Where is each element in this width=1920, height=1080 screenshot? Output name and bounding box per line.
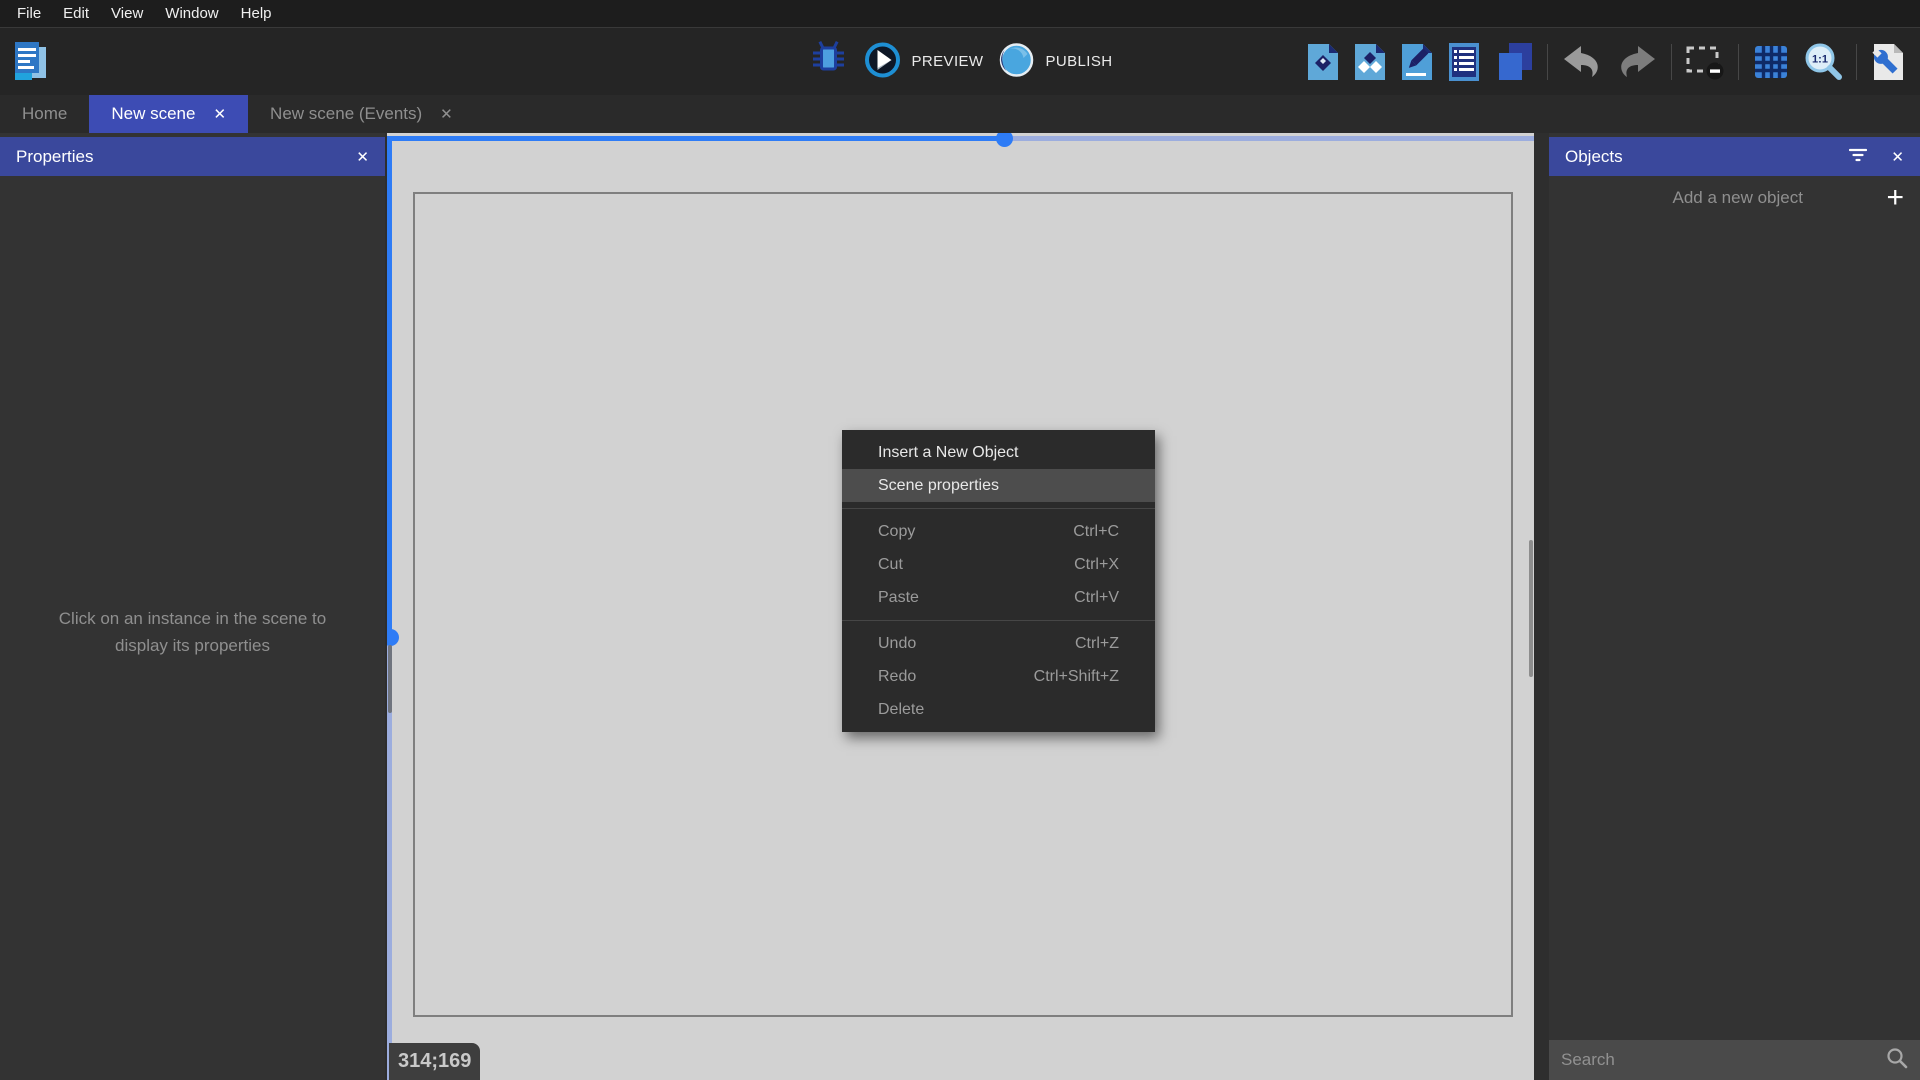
context-menu-item-redo: Redo Ctrl+Shift+Z: [842, 660, 1155, 693]
properties-panel-header: Properties ✕: [0, 137, 385, 176]
add-object-row[interactable]: Add a new object +: [1549, 176, 1920, 220]
publish-button[interactable]: PUBLISH: [997, 41, 1112, 83]
add-object-plus-icon[interactable]: +: [1886, 183, 1904, 213]
debugger-button[interactable]: [808, 38, 850, 85]
search-icon: [1886, 1047, 1908, 1074]
preview-play-icon: [864, 41, 902, 83]
tab-new-scene[interactable]: New scene ✕: [89, 95, 248, 133]
objects-panel-title: Objects: [1565, 147, 1825, 167]
project-manager-button[interactable]: [12, 40, 52, 84]
publish-globe-icon: [997, 41, 1035, 83]
add-object-label: Add a new object: [1565, 188, 1886, 208]
menu-item-label: Insert a New Object: [878, 444, 1019, 462]
menu-item-label: Copy: [878, 523, 915, 541]
menu-item-label: Undo: [878, 635, 916, 653]
scene-canvas[interactable]: 314;169 Insert a New Object Scene proper…: [387, 133, 1534, 1080]
tab-close-icon[interactable]: ✕: [440, 106, 453, 122]
toolbar-separator: [1547, 44, 1548, 80]
publish-label: PUBLISH: [1045, 53, 1112, 70]
objects-panel: Objects ✕ Add a new object +: [1549, 133, 1920, 1080]
context-menu-item-undo: Undo Ctrl+Z: [842, 627, 1155, 660]
undo-icon[interactable]: [1561, 44, 1603, 80]
tab-new-scene-label: New scene: [111, 104, 195, 124]
tab-home[interactable]: Home: [0, 95, 89, 133]
properties-panel-title: Properties: [16, 147, 332, 167]
canvas-scrollbar-right[interactable]: [1529, 540, 1533, 677]
selection-border-top: [387, 136, 1005, 141]
close-icon[interactable]: ✕: [1891, 148, 1904, 166]
main-area: Properties ✕ Click on an instance in the…: [0, 133, 1920, 1080]
menu-help[interactable]: Help: [230, 0, 283, 27]
tab-home-label: Home: [22, 104, 67, 124]
context-menu-item-insert-object[interactable]: Insert a New Object: [842, 436, 1155, 469]
toolbar-separator: [1738, 44, 1739, 80]
redo-icon[interactable]: [1616, 44, 1658, 80]
clear-selection-icon[interactable]: [1685, 43, 1725, 81]
preview-label: PREVIEW: [912, 53, 984, 70]
tab-bar: Home New scene ✕ New scene (Events) ✕: [0, 95, 1920, 133]
context-menu-item-scene-properties[interactable]: Scene properties: [842, 469, 1155, 502]
context-menu-item-copy: Copy Ctrl+C: [842, 515, 1155, 548]
menu-view[interactable]: View: [100, 0, 154, 27]
menu-edit[interactable]: Edit: [52, 0, 100, 27]
properties-panel: Properties ✕ Click on an instance in the…: [0, 133, 385, 1080]
selection-handle-top[interactable]: [996, 133, 1013, 147]
selection-handle-left[interactable]: [387, 629, 399, 646]
debugger-bug-icon: [808, 38, 850, 85]
toolbar-separator: [1856, 44, 1857, 80]
menu-item-label: Paste: [878, 589, 919, 607]
selection-border-top-faded: [1005, 136, 1534, 141]
preview-button[interactable]: PREVIEW: [864, 41, 984, 83]
toolbar: PREVIEW PUBLISH: [0, 27, 1920, 95]
filter-icon[interactable]: [1849, 148, 1867, 166]
menu-item-shortcut: Ctrl+V: [1074, 589, 1119, 607]
svg-text:1:1: 1:1: [1812, 53, 1828, 65]
context-menu-item-cut: Cut Ctrl+X: [842, 548, 1155, 581]
instances-list-icon[interactable]: [1447, 42, 1481, 82]
menu-item-label: Cut: [878, 556, 903, 574]
menu-item-shortcut: Ctrl+C: [1073, 523, 1119, 541]
context-menu: Insert a New Object Scene properties Cop…: [842, 430, 1155, 732]
scene-properties-pencil-icon[interactable]: [1400, 42, 1434, 82]
menu-item-label: Scene properties: [878, 477, 999, 495]
menu-item-label: Redo: [878, 668, 916, 686]
close-icon[interactable]: ✕: [356, 148, 369, 166]
toolbar-separator: [1671, 44, 1672, 80]
objects-search-input[interactable]: [1561, 1050, 1878, 1070]
menu-window[interactable]: Window: [154, 0, 229, 27]
grid-icon[interactable]: [1752, 43, 1790, 81]
layers-icon[interactable]: [1494, 42, 1534, 82]
objects-editor-icon[interactable]: [1306, 42, 1340, 82]
scene-settings-wrench-icon[interactable]: [1870, 42, 1906, 82]
tab-new-scene-events-label: New scene (Events): [270, 104, 422, 124]
tab-close-icon[interactable]: ✕: [213, 106, 226, 122]
toolbar-center-group: PREVIEW PUBLISH: [808, 28, 1113, 95]
object-groups-icon[interactable]: [1353, 42, 1387, 82]
context-menu-item-paste: Paste Ctrl+V: [842, 581, 1155, 614]
menu-bar: File Edit View Window Help: [0, 0, 1920, 27]
menu-file[interactable]: File: [6, 0, 52, 27]
properties-empty-message: Click on an instance in the scene to dis…: [37, 605, 348, 659]
objects-panel-header: Objects ✕: [1549, 137, 1920, 176]
menu-item-shortcut: Ctrl+Shift+Z: [1034, 668, 1119, 686]
menu-item-shortcut: Ctrl+Z: [1075, 635, 1119, 653]
context-menu-item-delete: Delete: [842, 693, 1155, 726]
context-menu-separator: [842, 508, 1155, 509]
selection-border-left: [387, 136, 392, 637]
cursor-coordinates-badge: 314;169: [389, 1043, 480, 1080]
objects-search-bar: [1549, 1040, 1920, 1080]
tab-new-scene-events[interactable]: New scene (Events) ✕: [248, 95, 475, 133]
canvas-scrollbar-left[interactable]: [388, 645, 392, 713]
menu-item-shortcut: Ctrl+X: [1074, 556, 1119, 574]
toolbar-right-group: 1:1: [1306, 28, 1906, 95]
menu-item-label: Delete: [878, 701, 924, 719]
zoom-original-icon[interactable]: 1:1: [1803, 42, 1843, 82]
project-manager-icon: [12, 71, 52, 88]
context-menu-separator: [842, 620, 1155, 621]
